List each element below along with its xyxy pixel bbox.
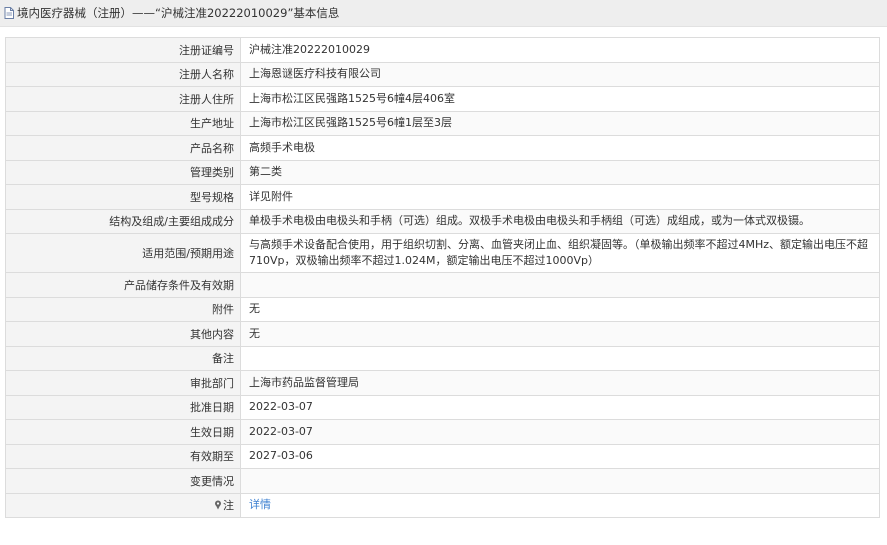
row-label-model-spec: 型号规格: [5, 184, 241, 210]
row-value-change-history: [240, 468, 880, 494]
row-value-production-address: 上海市松江区民强路1525号6幢1层至3层: [240, 110, 880, 136]
row-label-expiry-date: 有效期至: [5, 443, 241, 469]
pin-icon: [214, 500, 222, 510]
page-title: 境内医疗器械（注册）——“沪械注准20222010029”基本信息: [17, 6, 340, 20]
info-table: 注册证编号 沪械注准20222010029 注册人名称 上海恩谜医疗科技有限公司…: [5, 37, 880, 518]
table-row: 生效日期 2022-03-07: [5, 419, 880, 445]
table-row: 批准日期 2022-03-07: [5, 394, 880, 420]
row-label-attachment: 附件: [5, 296, 241, 322]
note-label-text: 注: [223, 499, 234, 513]
row-value-registration-number: 沪械注准20222010029: [240, 37, 880, 63]
row-value-attachment: 无: [240, 296, 880, 322]
row-label-production-address: 生产地址: [5, 110, 241, 136]
row-value-approval-date: 2022-03-07: [240, 394, 880, 420]
info-table-wrapper: 注册证编号 沪械注准20222010029 注册人名称 上海恩谜医疗科技有限公司…: [5, 37, 880, 518]
table-row: 型号规格 详见附件: [5, 184, 880, 210]
row-label-approval-date: 批准日期: [5, 394, 241, 420]
row-value-model-spec: 详见附件: [240, 184, 880, 210]
table-row: 产品储存条件及有效期: [5, 272, 880, 298]
row-value-management-category: 第二类: [240, 159, 880, 185]
row-label-registrant-name: 注册人名称: [5, 61, 241, 87]
page-header: 境内医疗器械（注册）——“沪械注准20222010029”基本信息: [0, 0, 887, 27]
table-row: 备注: [5, 345, 880, 371]
table-row: 审批部门 上海市药品监督管理局: [5, 370, 880, 396]
table-row: 产品名称 高频手术电极: [5, 135, 880, 161]
table-row: 其他内容 无: [5, 321, 880, 347]
row-value-structure: 单极手术电极由电极头和手柄（可选）组成。双极手术电极由电极头和手柄组（可选）成组…: [240, 208, 880, 234]
table-row: 有效期至 2027-03-06: [5, 443, 880, 469]
row-label-approval-department: 审批部门: [5, 370, 241, 396]
table-row: 注册人名称 上海恩谜医疗科技有限公司: [5, 61, 880, 87]
row-label-registrant-address: 注册人住所: [5, 86, 241, 112]
table-row: 适用范围/预期用途 与高频手术设备配合使用，用于组织切割、分离、血管夹闭止血、组…: [5, 233, 880, 273]
row-label-management-category: 管理类别: [5, 159, 241, 185]
row-label-remarks: 备注: [5, 345, 241, 371]
row-value-expiry-date: 2027-03-06: [240, 443, 880, 469]
table-row: 注册人住所 上海市松江区民强路1525号6幢4层406室: [5, 86, 880, 112]
row-value-registrant-name: 上海恩谜医疗科技有限公司: [240, 61, 880, 87]
table-row: 结构及组成/主要组成成分 单极手术电极由电极头和手柄（可选）组成。双极手术电极由…: [5, 208, 880, 234]
row-label-storage-conditions: 产品储存条件及有效期: [5, 272, 241, 298]
row-label-registration-number: 注册证编号: [5, 37, 241, 63]
row-value-product-name: 高频手术电极: [240, 135, 880, 161]
row-label-intended-use: 适用范围/预期用途: [5, 233, 241, 273]
row-value-registrant-address: 上海市松江区民强路1525号6幢4层406室: [240, 86, 880, 112]
table-row: 管理类别 第二类: [5, 159, 880, 185]
row-value-note: 详情: [240, 492, 880, 518]
row-label-structure: 结构及组成/主要组成成分: [5, 208, 241, 234]
row-label-change-history: 变更情况: [5, 468, 241, 494]
row-value-remarks: [240, 345, 880, 371]
row-label-product-name: 产品名称: [5, 135, 241, 161]
details-link[interactable]: 详情: [249, 498, 271, 511]
row-label-effective-date: 生效日期: [5, 419, 241, 445]
table-row: 注册证编号 沪械注准20222010029: [5, 37, 880, 63]
row-value-intended-use: 与高频手术设备配合使用，用于组织切割、分离、血管夹闭止血、组织凝固等。（单极输出…: [240, 233, 880, 273]
row-value-effective-date: 2022-03-07: [240, 419, 880, 445]
table-row: 注 详情: [5, 492, 880, 518]
row-value-storage-conditions: [240, 272, 880, 298]
table-row: 附件 无: [5, 296, 880, 322]
row-value-approval-department: 上海市药品监督管理局: [240, 370, 880, 396]
document-icon: [4, 7, 14, 19]
table-row: 变更情况: [5, 468, 880, 494]
row-label-note: 注: [5, 492, 241, 518]
table-row: 生产地址 上海市松江区民强路1525号6幢1层至3层: [5, 110, 880, 136]
row-label-other-content: 其他内容: [5, 321, 241, 347]
row-value-other-content: 无: [240, 321, 880, 347]
